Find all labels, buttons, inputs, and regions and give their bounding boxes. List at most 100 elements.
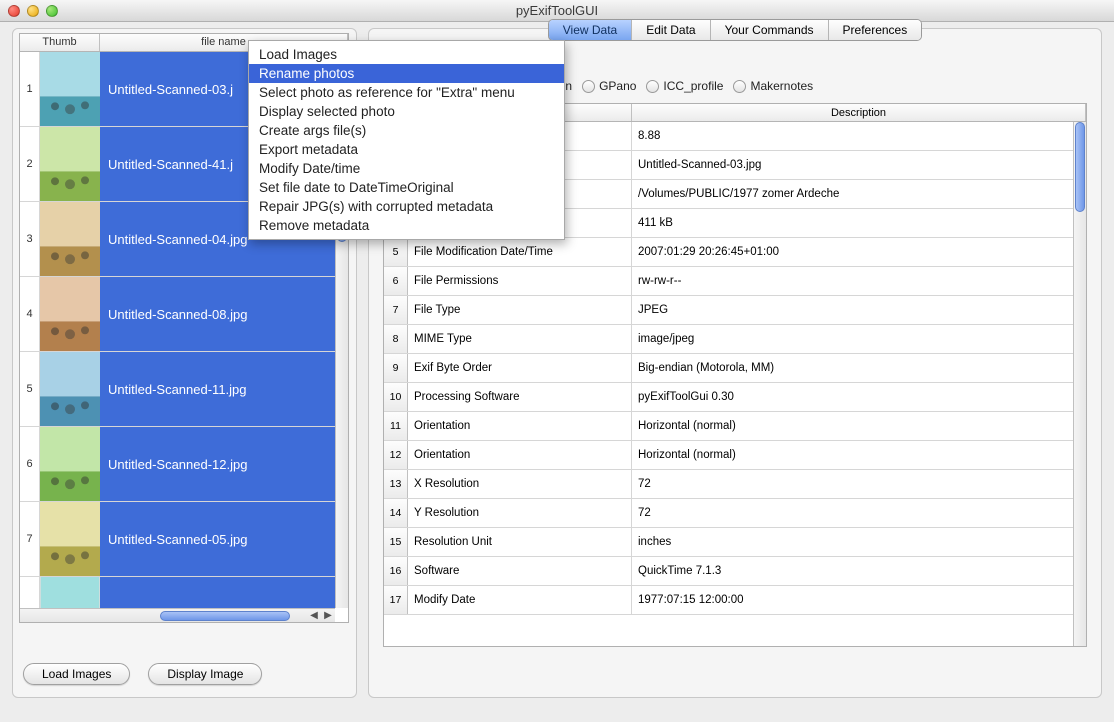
row-index: 12 [384,441,408,469]
exif-tag: Y Resolution [408,499,632,527]
file-row[interactable]: 6 Untitled-Scanned-12.jpg [20,427,335,502]
load-images-button[interactable]: Load Images [23,663,130,685]
exif-row[interactable]: 8 MIME Type image/jpeg [384,325,1073,354]
exif-value: Horizontal (normal) [632,441,1073,469]
file-row[interactable]: 5 Untitled-Scanned-11.jpg [20,352,335,427]
exif-tag: Processing Software [408,383,632,411]
row-index [20,577,40,608]
exif-tag: Resolution Unit [408,528,632,556]
menu-item-rename-photos[interactable]: Rename photos [249,64,564,83]
exif-row[interactable]: 14 Y Resolution 72 [384,499,1073,528]
exif-value: QuickTime 7.1.3 [632,557,1073,585]
row-index: 5 [20,352,40,426]
row-index: 8 [384,325,408,353]
menu-item-modify-date-time[interactable]: Modify Date/time [249,159,564,178]
context-menu[interactable]: Load ImagesRename photosSelect photo as … [248,40,565,240]
exif-value: Horizontal (normal) [632,412,1073,440]
exif-row[interactable]: 15 Resolution Unit inches [384,528,1073,557]
tab-view-data[interactable]: View Data [549,20,632,40]
file-name: Untitled-Scanned-05.jpg [100,502,335,576]
row-index: 2 [20,127,40,201]
row-index: 6 [20,427,40,501]
radio-gpano[interactable]: GPano [582,79,636,93]
file-name: Untitled-Scanned-12.jpg [100,427,335,501]
scroll-right-icon[interactable]: ▶ [321,610,335,621]
exif-tag: Software [408,557,632,585]
menu-item-set-file-date-to-datetimeoriginal[interactable]: Set file date to DateTimeOriginal [249,178,564,197]
scrollbar-thumb[interactable] [1075,122,1085,212]
exif-vertical-scrollbar[interactable] [1073,122,1086,646]
row-index: 14 [384,499,408,527]
radio-icc-profile[interactable]: ICC_profile [646,79,723,93]
thumbnail [40,127,100,201]
row-index: 1 [20,52,40,126]
file-name [100,577,335,608]
exif-row[interactable]: 13 X Resolution 72 [384,470,1073,499]
exif-value: Big-endian (Motorola, MM) [632,354,1073,382]
menu-item-select-photo-as-reference-for-extra-menu[interactable]: Select photo as reference for "Extra" me… [249,83,564,102]
scroll-left-icon[interactable]: ◀ [307,610,321,621]
file-horizontal-scrollbar[interactable]: ◀ ▶ [20,608,335,622]
window-title: pyExifToolGUI [0,3,1114,18]
exif-row[interactable]: 7 File Type JPEG [384,296,1073,325]
exif-tag: Modify Date [408,586,632,614]
exif-value: 411 kB [632,209,1073,237]
thumbnail [40,427,100,501]
exif-tag: Orientation [408,441,632,469]
main-tabs: View DataEdit DataYour CommandsPreferenc… [369,19,1101,41]
radio-icon [582,80,595,93]
thumbnail [40,202,100,276]
radio-label: Makernotes [750,79,813,93]
file-row[interactable]: 4 Untitled-Scanned-08.jpg [20,277,335,352]
scrollbar-thumb[interactable] [160,611,290,621]
thumbnail [40,52,100,126]
radio-icon [733,80,746,93]
row-index: 5 [384,238,408,266]
tab-your-commands[interactable]: Your Commands [711,20,829,40]
menu-item-remove-metadata[interactable]: Remove metadata [249,216,564,235]
thumbnail [40,577,100,608]
exif-tag: Exif Byte Order [408,354,632,382]
exif-value: 72 [632,470,1073,498]
zoom-icon[interactable] [46,5,58,17]
exif-value: 72 [632,499,1073,527]
row-index: 16 [384,557,408,585]
exif-value: 1977:07:15 12:00:00 [632,586,1073,614]
menu-item-repair-jpg-s-with-corrupted-metadata[interactable]: Repair JPG(s) with corrupted metadata [249,197,564,216]
file-name: Untitled-Scanned-08.jpg [100,277,335,351]
exif-value: rw-rw-r-- [632,267,1073,295]
exif-row[interactable]: 9 Exif Byte Order Big-endian (Motorola, … [384,354,1073,383]
row-index: 17 [384,586,408,614]
row-index: 7 [20,502,40,576]
exif-row[interactable]: 16 Software QuickTime 7.1.3 [384,557,1073,586]
exif-row[interactable]: 6 File Permissions rw-rw-r-- [384,267,1073,296]
exif-tag: File Type [408,296,632,324]
thumbnail [40,277,100,351]
menu-item-load-images[interactable]: Load Images [249,45,564,64]
tab-edit-data[interactable]: Edit Data [632,20,710,40]
col-thumb[interactable]: Thumb [20,34,100,51]
file-row[interactable]: 7 Untitled-Scanned-05.jpg [20,502,335,577]
exif-row[interactable]: 17 Modify Date 1977:07:15 12:00:00 [384,586,1073,615]
menu-item-display-selected-photo[interactable]: Display selected photo [249,102,564,121]
radio-makernotes[interactable]: Makernotes [733,79,813,93]
exif-tag: File Permissions [408,267,632,295]
tab-preferences[interactable]: Preferences [829,20,922,40]
exif-tag: Orientation [408,412,632,440]
row-index: 4 [20,277,40,351]
exif-row[interactable]: 11 Orientation Horizontal (normal) [384,412,1073,441]
minimize-icon[interactable] [27,5,39,17]
exif-row[interactable]: 5 File Modification Date/Time 2007:01:29… [384,238,1073,267]
file-row[interactable] [20,577,335,608]
close-icon[interactable] [8,5,20,17]
radio-icon [646,80,659,93]
menu-item-create-args-file-s[interactable]: Create args file(s) [249,121,564,140]
display-image-button[interactable]: Display Image [148,663,262,685]
col-description[interactable]: Description [632,104,1086,121]
row-index: 10 [384,383,408,411]
exif-value: /Volumes/PUBLIC/1977 zomer Ardeche [632,180,1073,208]
traffic-lights [8,5,58,17]
menu-item-export-metadata[interactable]: Export metadata [249,140,564,159]
exif-row[interactable]: 12 Orientation Horizontal (normal) [384,441,1073,470]
exif-row[interactable]: 10 Processing Software pyExifToolGui 0.3… [384,383,1073,412]
